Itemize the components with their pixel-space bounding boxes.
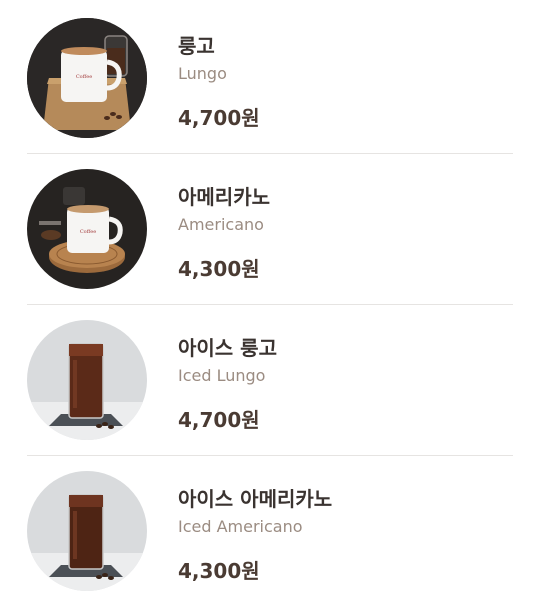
menu-item-iced-lungo[interactable]: 아이스 룽고 Iced Lungo 4,700원: [27, 320, 513, 471]
item-price: 4,300원: [178, 559, 260, 583]
divider: [27, 455, 513, 456]
lungo-photo: Coffee: [27, 18, 147, 138]
item-price: 4,300원: [178, 257, 260, 281]
svg-text:Coffee: Coffee: [76, 74, 92, 80]
iced-lungo-photo: [27, 320, 147, 440]
menu-list: Coffee 룽고 Lungo 4,700원 Coffee 아메리카노 Amer…: [0, 0, 540, 605]
item-name-korean: 아이스 룽고: [178, 336, 277, 360]
item-name-english: Iced Americano: [178, 517, 303, 536]
menu-item-iced-americano[interactable]: 아이스 아메리카노 Iced Americano 4,300원: [27, 471, 513, 605]
item-name-korean: 아메리카노: [178, 185, 270, 209]
menu-item-americano[interactable]: Coffee 아메리카노 Americano 4,300원: [27, 169, 513, 320]
item-name-english: Americano: [178, 215, 264, 234]
divider: [27, 304, 513, 305]
item-name-english: Iced Lungo: [178, 366, 266, 385]
menu-item-lungo[interactable]: Coffee 룽고 Lungo 4,700원: [27, 18, 513, 169]
item-price: 4,700원: [178, 408, 260, 432]
iced-americano-photo: [27, 471, 147, 591]
item-name-korean: 아이스 아메리카노: [178, 487, 333, 511]
item-name-korean: 룽고: [178, 34, 215, 58]
item-price: 4,700원: [178, 106, 260, 130]
item-name-english: Lungo: [178, 64, 227, 83]
svg-text:Coffee: Coffee: [80, 229, 96, 235]
divider: [27, 153, 513, 154]
americano-photo: Coffee: [27, 169, 147, 289]
